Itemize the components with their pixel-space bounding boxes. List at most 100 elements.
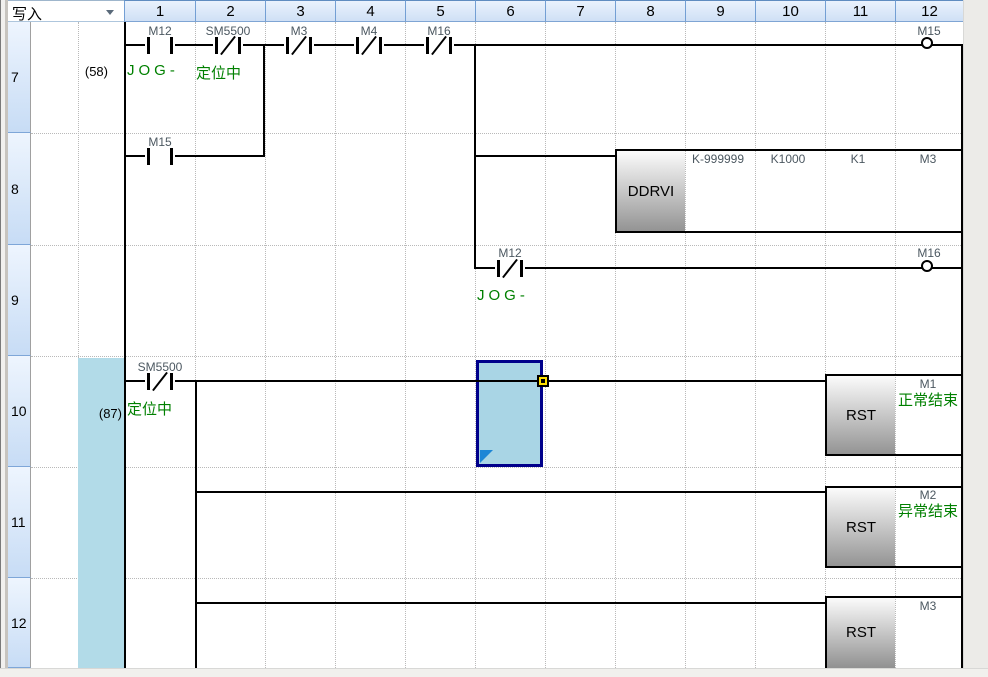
- grid-line-v: [755, 22, 756, 668]
- ddrvi-mnemonic: DDRVI: [628, 183, 674, 200]
- rst2-mnemonic: RST: [846, 519, 876, 536]
- rst3-band-top-line: [825, 596, 963, 598]
- column-header-12: 12: [895, 0, 963, 22]
- rst1-instruction-box[interactable]: RST: [825, 374, 895, 456]
- left-power-rail: [124, 22, 126, 668]
- device-label: M15: [894, 24, 964, 38]
- row-header-8[interactable]: 8: [8, 133, 31, 245]
- grid-line-h: [31, 356, 963, 357]
- column-header-10: 10: [755, 0, 825, 22]
- ddrvi-band-top-line: [615, 149, 963, 151]
- rst3-operand: M3: [893, 599, 963, 613]
- nc-slash-icon: [431, 36, 447, 55]
- comment-rst2: 异常结束: [893, 500, 963, 521]
- row-header-11[interactable]: 11: [8, 467, 31, 578]
- grid-line-h: [31, 467, 963, 468]
- device-label: M15: [125, 135, 195, 149]
- ddrvi-operand-1: K-999999: [683, 152, 753, 166]
- contact-nc-m12-row9[interactable]: [495, 260, 525, 277]
- device-label: SM5500: [193, 24, 263, 38]
- nc-slash-icon: [291, 36, 307, 55]
- chevron-down-icon[interactable]: [106, 10, 114, 15]
- column-header-1: 1: [124, 0, 195, 22]
- row-header-12[interactable]: 12: [8, 578, 31, 668]
- comment-pos-row10: 定位中: [127, 398, 172, 419]
- coil-m15-row7[interactable]: [921, 37, 933, 49]
- comment-jog-row9: JOG-: [477, 287, 529, 304]
- column-header-6: 6: [475, 0, 545, 22]
- device-label: M16: [894, 246, 964, 260]
- grid-line-v: [685, 22, 686, 668]
- column-header-2: 2: [195, 0, 265, 22]
- row-header-9[interactable]: 9: [8, 245, 31, 356]
- step-number-row10: (87): [92, 406, 122, 421]
- vertical-scrollbar-track[interactable]: [963, 0, 988, 668]
- rst1-band-top-line: [825, 374, 963, 376]
- contact-nc-sm5500-row10[interactable]: [145, 373, 175, 390]
- window-left-frame: [0, 0, 8, 677]
- rst3-instruction-box[interactable]: RST: [825, 596, 895, 668]
- ddrvi-band-bottom-line: [615, 231, 963, 233]
- rung-line-row7: [124, 44, 963, 46]
- selected-rung-block-bar: [78, 358, 124, 668]
- rst3-mnemonic: RST: [846, 624, 876, 641]
- device-label: M12: [475, 246, 545, 260]
- ddrvi-operand-4: M3: [893, 152, 963, 166]
- device-label: M16: [404, 24, 474, 38]
- rung-line-row12: [195, 602, 827, 604]
- device-label: SM5500: [125, 360, 195, 374]
- nc-slash-icon: [361, 36, 377, 55]
- column-header-11: 11: [825, 0, 895, 22]
- comment-rst1: 正常结束: [893, 389, 963, 410]
- nc-slash-icon: [152, 372, 168, 391]
- branch-line-m15: [263, 44, 265, 157]
- nc-slash-icon: [502, 259, 518, 278]
- nc-slash-icon: [220, 36, 236, 55]
- column-header-4: 4: [335, 0, 405, 22]
- contact-nc-m16-row7[interactable]: [424, 37, 454, 54]
- ddrvi-operand-2: K1000: [753, 152, 823, 166]
- mode-label: 写入: [12, 3, 42, 24]
- device-label: M4: [334, 24, 404, 38]
- grid-line-v: [825, 22, 826, 668]
- coil-m16-row9[interactable]: [921, 260, 933, 272]
- device-label: M3: [264, 24, 334, 38]
- column-header-8: 8: [615, 0, 685, 22]
- rung-line-row11: [195, 491, 827, 493]
- selection-handle[interactable]: [537, 375, 549, 387]
- grid-line-v: [545, 22, 546, 668]
- rung-line-row10: [124, 380, 827, 382]
- comment-pos-row7: 定位中: [196, 62, 241, 83]
- ddrvi-instruction-box[interactable]: DDRVI: [615, 149, 685, 233]
- contact-no-m15-row8[interactable]: [145, 148, 175, 165]
- contact-nc-sm5500-row7[interactable]: [213, 37, 243, 54]
- rung-line-row9: [474, 267, 963, 269]
- row-header-7[interactable]: 7: [8, 22, 31, 133]
- column-header-5: 5: [405, 0, 475, 22]
- column-header-7: 7: [545, 0, 615, 22]
- comment-jog-row7: JOG-: [127, 62, 179, 79]
- column-header-9: 9: [685, 0, 755, 22]
- grid-line-v: [895, 22, 896, 668]
- grid-line-h: [31, 133, 963, 134]
- row-header-10[interactable]: 10: [8, 356, 31, 467]
- grid-line-v: [335, 22, 336, 668]
- contact-no-m12-row7[interactable]: [145, 37, 175, 54]
- contact-nc-m4-row7[interactable]: [354, 37, 384, 54]
- mode-selector[interactable]: 写入: [8, 0, 124, 22]
- step-number-row7: (58): [78, 64, 108, 79]
- rst2-band-bottom-line: [825, 566, 963, 568]
- grid-line-v: [265, 22, 266, 668]
- rst1-band-bottom-line: [825, 454, 963, 456]
- rst1-mnemonic: RST: [846, 407, 876, 424]
- ladder-editor-window: 写入 1 2 3 4 5 6 7 8 9 10 11 12 7 8 9 10 1…: [0, 0, 988, 677]
- branch-line-col1: [195, 380, 197, 668]
- column-header-3: 3: [265, 0, 335, 22]
- contact-nc-m3-row7[interactable]: [284, 37, 314, 54]
- rung-line-ddrvi: [474, 155, 617, 157]
- ddrvi-operand-3: K1: [823, 152, 893, 166]
- device-label: M12: [125, 24, 195, 38]
- grid-line-v: [615, 22, 616, 668]
- rst2-instruction-box[interactable]: RST: [825, 486, 895, 568]
- horizontal-scrollbar-track[interactable]: [0, 668, 988, 677]
